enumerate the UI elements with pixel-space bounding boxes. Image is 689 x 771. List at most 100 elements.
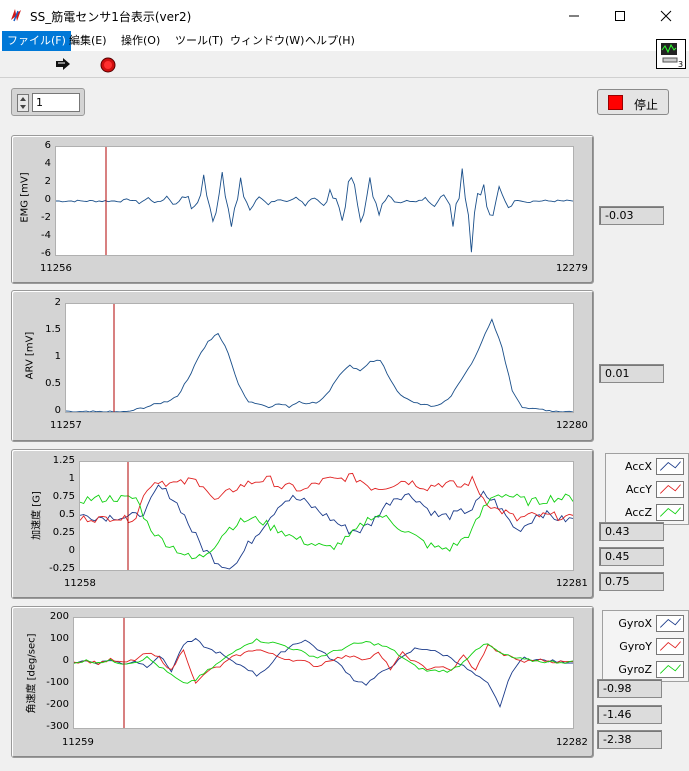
- y-tick-label: -200: [46, 699, 69, 710]
- acc-ylabel: 加速度 [G]: [31, 491, 43, 540]
- title-bar: SS_筋電センサ1台表示(ver2): [0, 0, 689, 31]
- acc-x-start: 11258: [64, 578, 96, 589]
- legend-line-icon: [656, 458, 684, 475]
- y-tick-label: 0.25: [52, 527, 75, 538]
- menu-bar: ファイル(F) 編集(E) 操作(O) ツール(T) ウィンドウ(W) ヘルプ(…: [0, 31, 689, 51]
- legend-gyroz[interactable]: GyroZ: [603, 659, 688, 681]
- legend-accz[interactable]: AccZ: [606, 502, 688, 524]
- app-icon: [11, 9, 21, 22]
- y-tick-label: 0: [54, 405, 61, 416]
- gyro-ylabel: 角速度 [deg/sec]: [26, 633, 38, 714]
- minimize-button[interactable]: [551, 0, 597, 31]
- sensor-number-control: 1: [11, 88, 85, 116]
- gyro-x-start: 11259: [62, 737, 94, 748]
- gyroz-value-indicator: -2.38: [597, 730, 662, 749]
- emg-x-start: 11256: [40, 263, 72, 274]
- y-tick-label: -0.25: [49, 563, 75, 574]
- legend-line-icon: [656, 481, 684, 498]
- emg-x-end: 12279: [556, 263, 588, 274]
- arv-plot-area[interactable]: [65, 303, 574, 413]
- close-button[interactable]: [643, 0, 689, 31]
- y-tick-label: -2: [41, 212, 51, 223]
- acc-plot-area[interactable]: [79, 461, 574, 571]
- y-tick-label: 6: [44, 140, 51, 151]
- y-tick-label: 0: [68, 545, 75, 556]
- spin-arrows-icon: [20, 97, 26, 109]
- y-tick-label: 2: [54, 297, 61, 308]
- legend-label: AccY: [625, 483, 652, 496]
- emg-graph: [55, 147, 574, 255]
- arv-value-indicator: 0.01: [599, 364, 664, 383]
- accz-series-line: [79, 493, 574, 560]
- gyro-x-end: 12282: [556, 737, 588, 748]
- gyroy-series-line: [73, 644, 574, 685]
- window-title: SS_筋電センサ1台表示(ver2): [30, 10, 192, 24]
- y-tick-label: 200: [49, 611, 69, 622]
- gyroy-value-indicator: -1.46: [597, 705, 662, 724]
- y-tick-label: -300: [46, 721, 69, 732]
- minimize-icon: [569, 15, 579, 16]
- legend-line-icon: [656, 638, 684, 655]
- accy-value-indicator: 0.45: [599, 547, 664, 566]
- stop-button[interactable]: 停止: [597, 89, 669, 115]
- legend-label: GyroX: [618, 617, 652, 630]
- arv-graph: [65, 304, 574, 413]
- monitor-icon: 3: [661, 43, 683, 69]
- acc-graph: [79, 462, 574, 570]
- y-tick-label: -4: [41, 230, 51, 241]
- emg-value-indicator: -0.03: [599, 206, 664, 225]
- accz-value-indicator: 0.75: [599, 572, 664, 591]
- arv-x-start: 11257: [50, 420, 82, 431]
- acc-x-end: 12281: [556, 578, 588, 589]
- gyro-plot-area[interactable]: [73, 617, 574, 729]
- accy-series-line: [79, 472, 574, 524]
- gyroz-series-line: [73, 638, 574, 684]
- y-tick-label: 1.5: [45, 324, 61, 335]
- y-tick-label: 2: [44, 176, 51, 187]
- y-tick-label: 0.5: [45, 378, 61, 389]
- emg-plot-area[interactable]: [55, 146, 574, 256]
- legend-accy[interactable]: AccY: [606, 479, 688, 501]
- menu-operate[interactable]: 操作(O): [116, 31, 165, 51]
- legend-line-icon: [656, 661, 684, 678]
- stop-indicator: [608, 95, 623, 110]
- menu-tools[interactable]: ツール(T): [170, 31, 228, 51]
- emg-series-line: [55, 168, 574, 253]
- legend-gyrox[interactable]: GyroX: [603, 613, 688, 635]
- legend-label: AccZ: [625, 506, 652, 519]
- menu-window[interactable]: ウィンドウ(W): [225, 31, 309, 51]
- legend-accx[interactable]: AccX: [606, 456, 688, 478]
- y-tick-label: 0: [44, 194, 51, 205]
- accx-series-line: [79, 484, 574, 570]
- maximize-button[interactable]: [597, 0, 643, 31]
- y-tick-label: 100: [49, 633, 69, 644]
- gyrox-value-indicator: -0.98: [597, 679, 662, 698]
- y-tick-label: 0.75: [52, 491, 75, 502]
- y-tick-label: 1: [68, 473, 75, 484]
- stop-label: 停止: [634, 98, 659, 112]
- run-continuous-icon[interactable]: [55, 57, 73, 71]
- acc-legend[interactable]: AccX AccY AccZ: [605, 453, 689, 525]
- arv-x-end: 12280: [556, 420, 588, 431]
- legend-label: GyroZ: [618, 663, 652, 676]
- y-tick-label: 0.5: [59, 509, 75, 520]
- gyro-graph: [73, 618, 574, 728]
- svg-text:3: 3: [678, 60, 683, 68]
- arv-series-line: [65, 318, 574, 413]
- accx-value-indicator: 0.43: [599, 522, 664, 541]
- gyro-legend[interactable]: GyroX GyroY GyroZ: [602, 610, 689, 682]
- y-tick-label: -6: [41, 248, 51, 259]
- legend-gyroy[interactable]: GyroY: [603, 636, 688, 658]
- legend-label: AccX: [625, 460, 652, 473]
- y-tick-label: 1.25: [52, 455, 75, 466]
- sensor-number-input[interactable]: 1: [32, 93, 80, 112]
- toolbar: [0, 51, 689, 78]
- legend-label: GyroY: [619, 640, 652, 653]
- abort-icon[interactable]: [100, 57, 116, 73]
- menu-file[interactable]: ファイル(F): [2, 31, 71, 51]
- menu-edit[interactable]: 編集(E): [64, 31, 112, 51]
- increment-decrement-arrows[interactable]: [17, 94, 29, 112]
- legend-line-icon: [656, 504, 684, 521]
- menu-help[interactable]: ヘルプ(H): [300, 31, 360, 51]
- vi-icon: 3: [656, 39, 686, 69]
